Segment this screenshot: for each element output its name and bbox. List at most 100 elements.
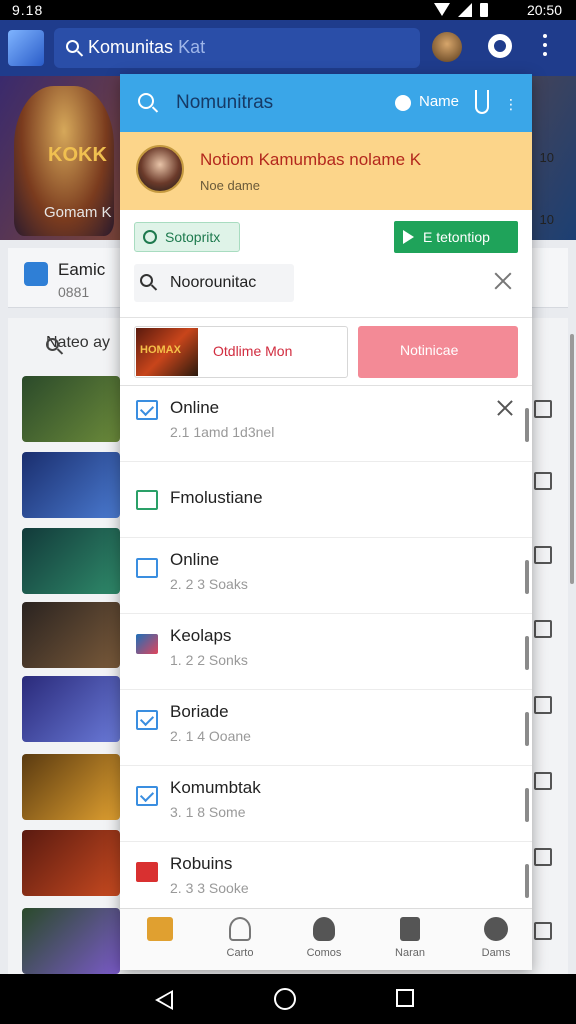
hook-icon <box>229 917 251 941</box>
row-checkbox[interactable] <box>534 472 552 490</box>
tab-thumbnail-text: HOMAX <box>140 344 181 356</box>
more-vert-icon[interactable] <box>543 34 547 56</box>
list-item-subtitle: 1. 2 2 Sonks <box>170 652 248 668</box>
hero-subtitle: Gomam K <box>44 204 112 221</box>
panel-tabs: HOMAX Otdlime Mon Notinicae <box>120 318 532 386</box>
tools-icon[interactable] <box>494 272 512 290</box>
checkbox-icon[interactable] <box>136 710 158 730</box>
anchor-icon[interactable] <box>475 90 489 114</box>
scroll-handle[interactable] <box>525 864 529 898</box>
status-icons <box>434 3 488 17</box>
checkbox-icon[interactable] <box>136 786 158 806</box>
back-icon[interactable] <box>155 990 173 1010</box>
nav-item-comos[interactable]: Comos <box>284 917 364 967</box>
row-checkbox[interactable] <box>534 620 552 638</box>
game-thumbnail[interactable] <box>22 754 120 820</box>
home-circle-icon[interactable] <box>274 988 296 1010</box>
row-checkbox[interactable] <box>534 772 552 790</box>
tab-left-label: Otdlime Mon <box>213 343 293 359</box>
gear-icon[interactable] <box>488 34 512 58</box>
more-icon[interactable]: ⋮ <box>504 96 518 113</box>
game-thumbnail[interactable] <box>22 676 120 742</box>
avatar <box>136 145 184 193</box>
checkbox-icon[interactable] <box>136 490 158 510</box>
list-item-title: Online <box>170 398 220 417</box>
row-checkbox[interactable] <box>534 696 552 714</box>
list-item[interactable]: Online 2. 2 3 Soaks <box>120 538 532 614</box>
game-icon <box>136 634 158 654</box>
app-icon <box>24 262 48 286</box>
list-item[interactable]: Keolaps 1. 2 2 Sonks <box>120 614 532 690</box>
profile-icon <box>484 917 508 941</box>
clock-icon[interactable] <box>395 95 411 111</box>
card-subtitle: 0881 <box>58 284 90 300</box>
row-checkbox[interactable] <box>534 848 552 866</box>
hero-title: KOKK <box>48 144 107 166</box>
panel-search-input[interactable]: Noorounitac <box>134 264 294 302</box>
check-circle-icon <box>143 230 157 244</box>
list-item-subtitle: 2. 1 4 Ooane <box>170 728 251 744</box>
list-item[interactable]: Komumbtak 3. 1 8 Some <box>120 766 532 842</box>
scroll-handle[interactable] <box>525 560 529 594</box>
play-button[interactable]: E tetontiop <box>394 221 518 253</box>
game-thumbnail[interactable] <box>22 602 120 668</box>
list-item[interactable]: Boriade 2. 1 4 Ooane <box>120 690 532 766</box>
search-icon <box>66 40 79 53</box>
row-checkbox[interactable] <box>534 546 552 564</box>
app-logo-icon[interactable] <box>8 30 44 66</box>
list-item[interactable]: Robuins 2. 3 3 Sooke <box>120 842 532 908</box>
home-icon <box>147 917 173 941</box>
nav-item-carto[interactable]: Carto <box>200 917 280 967</box>
nav-item-naran[interactable]: Naran <box>370 917 450 967</box>
community-panel: Nomunitras Name ⋮ Notiom Kamumbas nolame… <box>120 74 532 970</box>
community-list: Online 2.1 1amd 1d3nel Fmolustiane Onlin… <box>120 386 532 908</box>
notification-banner[interactable]: Notiom Kamumbas nolame K Noe dame <box>120 132 532 210</box>
nav-item-home[interactable] <box>120 917 200 967</box>
status-chip[interactable]: Sotopritx <box>134 222 240 252</box>
signal-icon <box>458 3 472 17</box>
card-title: Eamic <box>58 260 106 279</box>
search-icon[interactable] <box>138 93 154 109</box>
chip-label: Sotopritx <box>165 229 221 245</box>
search-text: Komunitas Kat <box>88 37 205 58</box>
recent-apps-icon[interactable] <box>396 989 414 1007</box>
tab-thumbnail: HOMAX <box>136 328 198 376</box>
search-input[interactable]: Komunitas Kat <box>54 28 420 68</box>
search-icon <box>140 274 153 287</box>
scroll-handle[interactable] <box>525 408 529 442</box>
avatar[interactable] <box>432 32 462 62</box>
nav-label: Dams <box>481 947 511 959</box>
checkbox-icon[interactable] <box>136 400 158 420</box>
panel-name-label[interactable]: Name <box>419 93 459 110</box>
game-thumbnail[interactable] <box>22 908 120 974</box>
game-thumbnail[interactable] <box>22 376 120 442</box>
list-item-subtitle: 2.1 1amd 1d3nel <box>170 424 275 440</box>
scroll-handle[interactable] <box>525 712 529 746</box>
tab-left[interactable]: HOMAX Otdlime Mon <box>134 326 348 378</box>
list-item[interactable]: Fmolustiane <box>120 462 532 538</box>
checkbox-icon[interactable] <box>136 558 158 578</box>
scroll-handle[interactable] <box>525 788 529 822</box>
tab-right[interactable]: Notinicae <box>358 326 518 378</box>
game-thumbnail[interactable] <box>22 830 120 896</box>
row-checkbox[interactable] <box>534 922 552 940</box>
game-thumbnail[interactable] <box>22 528 120 594</box>
search-hint: Kat <box>178 37 206 57</box>
search-value: Komunitas <box>88 37 174 57</box>
play-icon <box>403 230 414 244</box>
game-thumbnail[interactable] <box>22 452 120 518</box>
list-item[interactable]: Online 2.1 1amd 1d3nel <box>120 386 532 462</box>
panel-search-value: Noorounitac <box>170 274 257 291</box>
panel-title: Nomunitras <box>176 92 274 113</box>
close-icon[interactable] <box>497 400 513 416</box>
row-checkbox[interactable] <box>534 400 552 418</box>
background-search[interactable]: Nateo ay <box>20 334 110 352</box>
scrollbar[interactable] <box>570 334 574 584</box>
list-item-subtitle: 2. 2 3 Soaks <box>170 576 248 592</box>
list-item-title: Komumbtak <box>170 778 261 797</box>
list-item-subtitle: 3. 1 8 Some <box>170 804 246 820</box>
status-square-icon <box>136 862 158 882</box>
nav-item-dams[interactable]: Dams <box>456 917 536 967</box>
scroll-handle[interactable] <box>525 636 529 670</box>
nav-label: Naran <box>395 947 425 959</box>
